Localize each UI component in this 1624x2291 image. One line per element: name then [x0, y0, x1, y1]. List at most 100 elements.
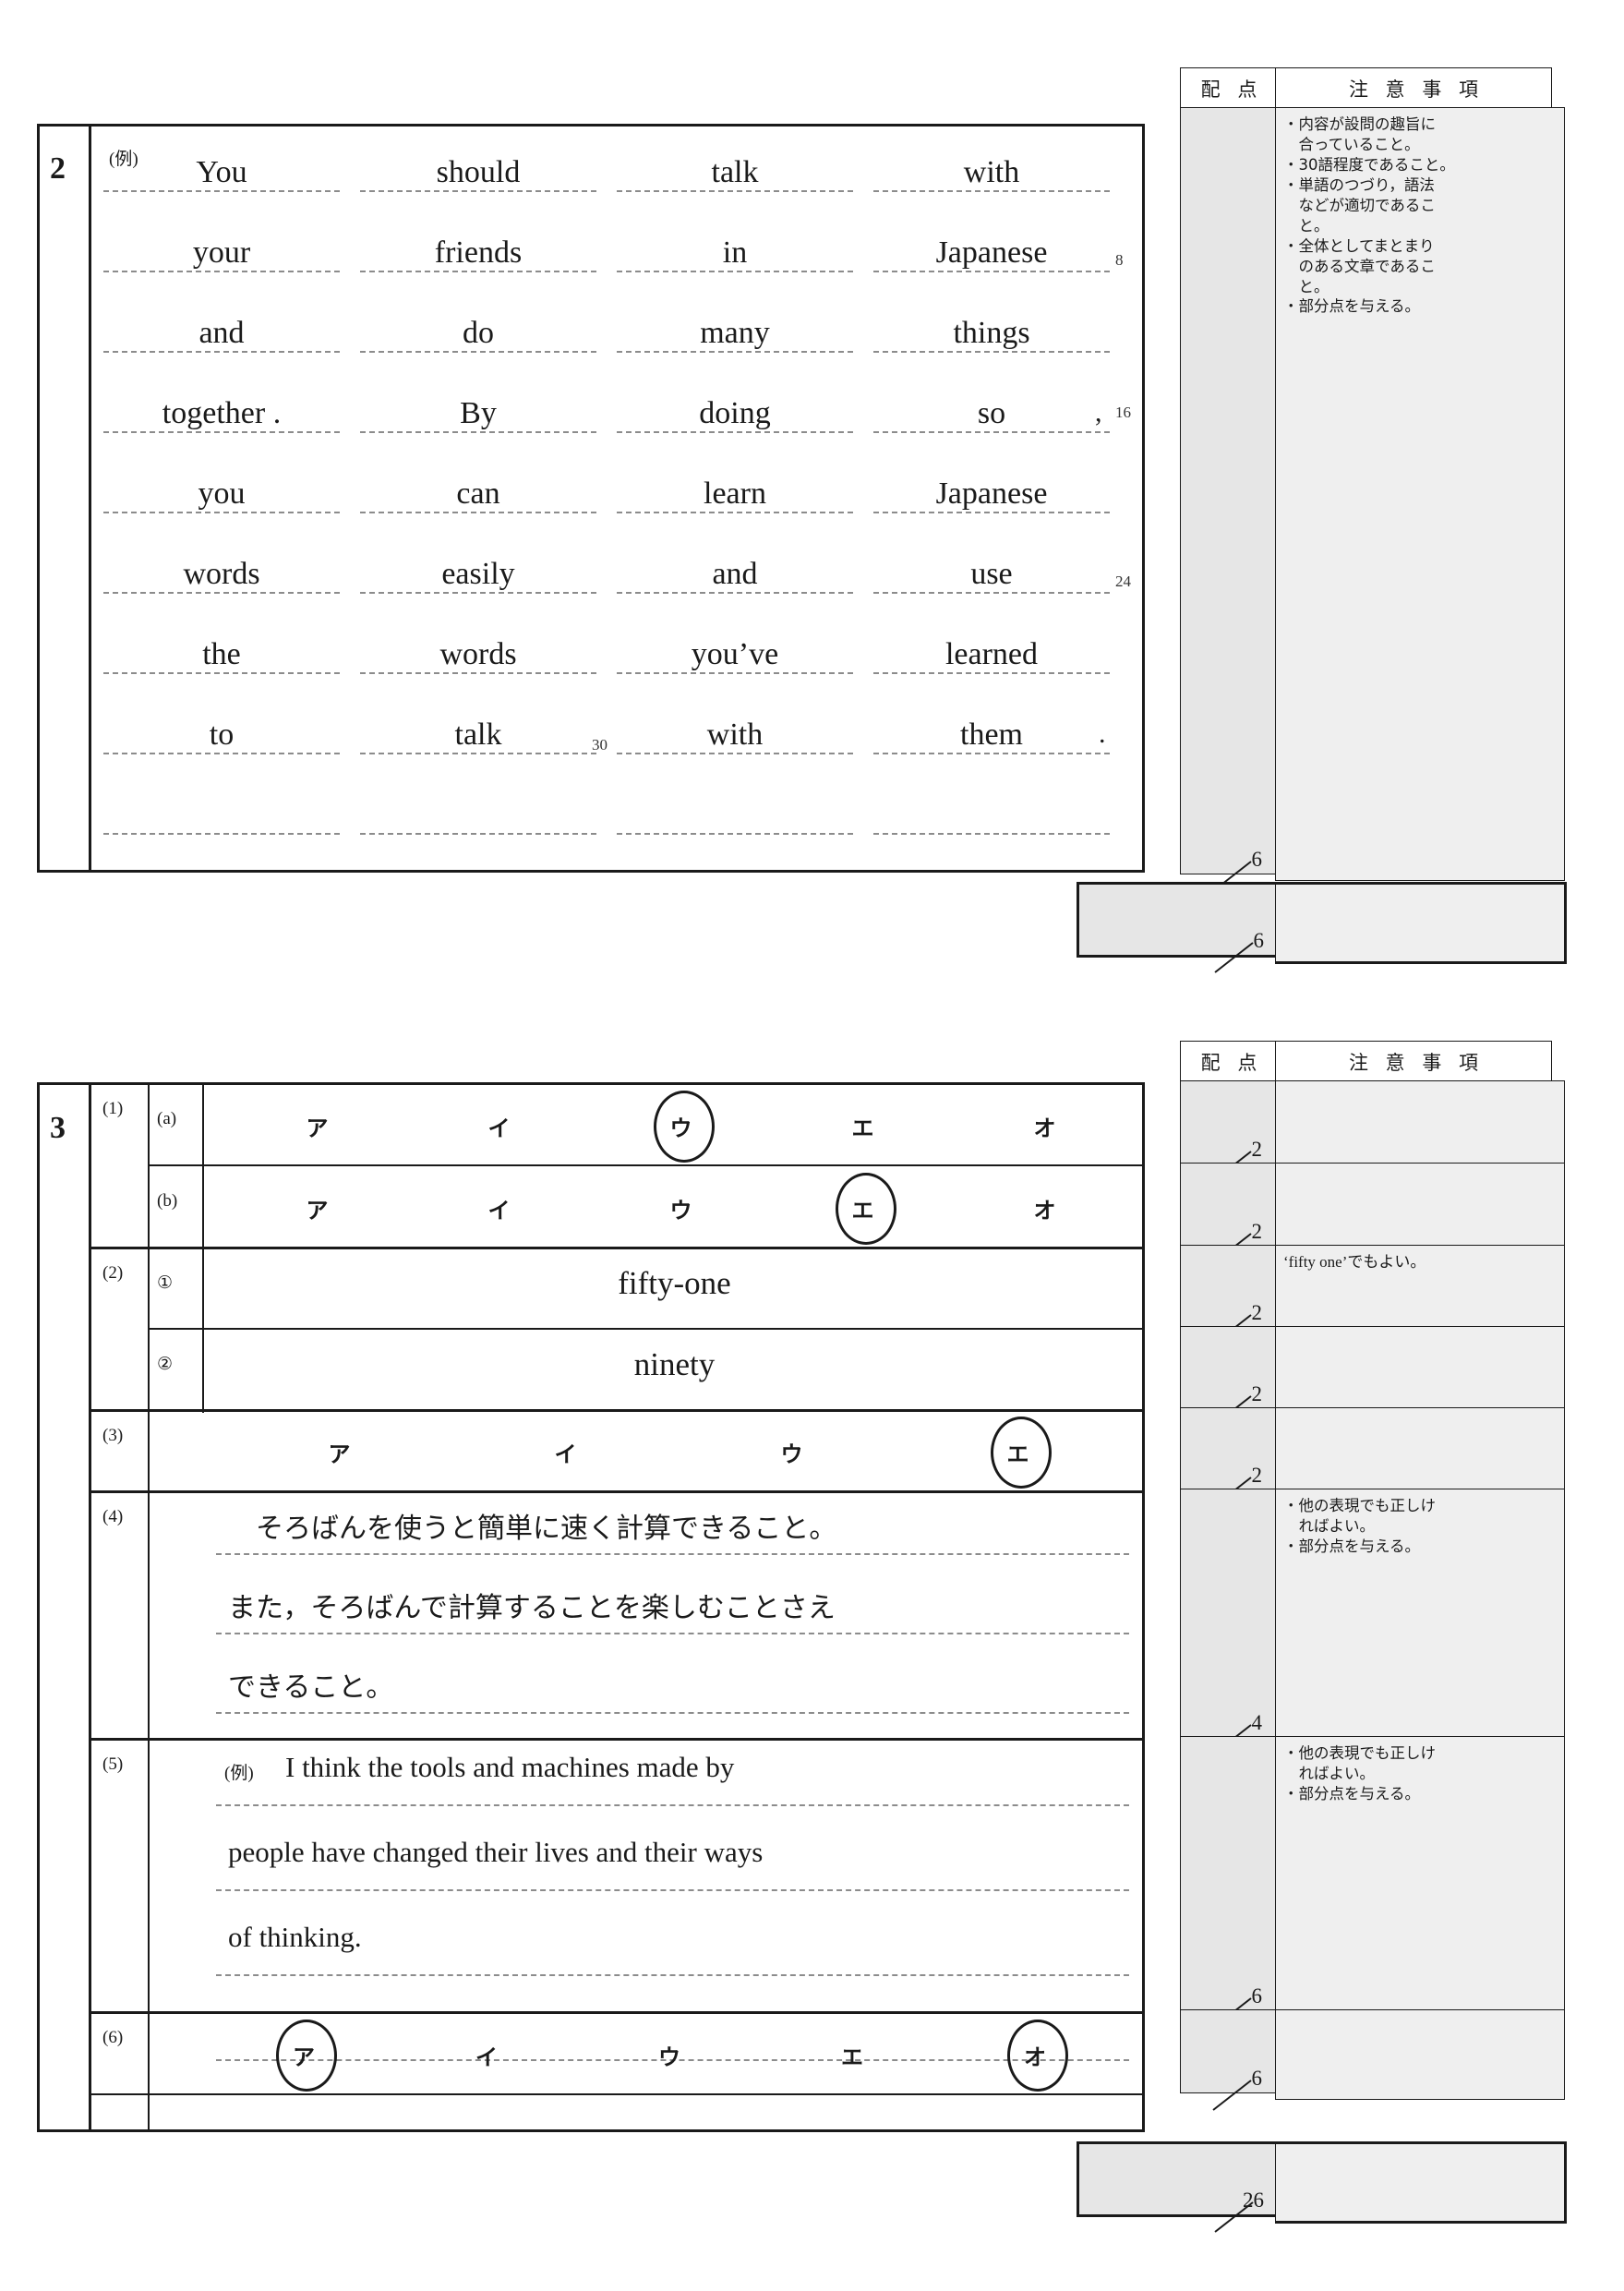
choice-option[interactable]: イ — [481, 1192, 518, 1224]
answer-word-cell[interactable] — [103, 772, 340, 833]
choice-option[interactable]: イ — [468, 2039, 505, 2071]
choice-option[interactable]: オ — [1027, 1192, 1064, 1224]
answer-write-line — [360, 271, 596, 272]
answer-line[interactable]: of thinking. — [228, 1921, 362, 1954]
note-item: 合っていること。 — [1283, 135, 1420, 153]
row-score-cell[interactable]: 4 — [1180, 1489, 1278, 1755]
answer-word-cell[interactable]: do — [360, 290, 596, 351]
answer-word-cell[interactable]: and — [617, 531, 853, 592]
answer-word-cell[interactable] — [360, 772, 596, 833]
answer-word-cell[interactable]: things — [873, 290, 1110, 351]
answer-word-cell[interactable]: By — [360, 370, 596, 431]
answer-word-cell[interactable]: to — [103, 692, 340, 753]
answer-word-cell[interactable]: talk — [360, 692, 596, 753]
answer-word-cell[interactable]: in — [617, 210, 853, 271]
answer-circle-icon — [990, 1417, 1052, 1489]
answer-line[interactable]: I think the tools and machines made by — [285, 1751, 734, 1784]
answer-write-line — [103, 190, 340, 192]
section2-score-header: 配 点 — [1180, 67, 1278, 110]
section2-total-score-cell[interactable]: 6 — [1077, 882, 1280, 973]
answer-word-cell[interactable]: many — [617, 290, 853, 351]
choice-option[interactable]: エ — [834, 2039, 871, 2071]
row-score-cell[interactable]: 6 — [1180, 2009, 1278, 2111]
answer-write-line — [617, 351, 853, 353]
answer-write-line — [103, 271, 340, 272]
answer-write-line — [617, 753, 853, 754]
answer-word-cell[interactable]: the — [103, 611, 340, 672]
answer-word-cell[interactable]: doing — [617, 370, 853, 431]
section3-total-value: 26 — [1243, 2189, 1264, 2212]
answer-write-line — [216, 1553, 1129, 1555]
row-separator — [150, 1328, 1145, 1330]
note-item: ・部分点を与える。 — [1283, 1537, 1421, 1555]
section2-comma: , — [1095, 397, 1102, 428]
choice-option[interactable]: イ — [547, 1436, 584, 1468]
answer-word-cell[interactable]: Japanese — [873, 210, 1110, 271]
question-label: (5) — [102, 1754, 124, 1774]
answer-word-cell[interactable]: You — [103, 129, 340, 190]
row-score-cell[interactable]: 2 — [1180, 1080, 1278, 1182]
answer-word-cell[interactable]: learn — [617, 451, 853, 512]
answer-word-cell[interactable]: should — [360, 129, 596, 190]
answer-word-cell[interactable]: them — [873, 692, 1110, 753]
answer-word-cell[interactable]: with — [873, 129, 1110, 190]
answer-word-cell[interactable]: Japanese — [873, 451, 1110, 512]
answer-word-cell[interactable]: so — [873, 370, 1110, 431]
answer-word-cell[interactable]: use — [873, 531, 1110, 592]
answer-word-cell[interactable]: words — [103, 531, 340, 592]
row-notes-cell: ・他の表現でも正しけ ればよい。 ・部分点を与える。 — [1275, 1736, 1565, 2018]
choice-option[interactable]: イ — [481, 1110, 518, 1142]
row-score-cell[interactable]: 2 — [1180, 1326, 1278, 1427]
note-item: ・単語のつづり，語法 — [1283, 175, 1435, 194]
answer-write-line — [617, 833, 853, 835]
answer-word-cell[interactable] — [873, 772, 1110, 833]
row-score-cell[interactable]: 6 — [1180, 1736, 1278, 2029]
answer-write-line — [617, 512, 853, 513]
answer-text[interactable]: fifty-one — [204, 1265, 1145, 1302]
choice-option[interactable]: オ — [1027, 1110, 1064, 1142]
answer-word-cell[interactable]: friends — [360, 210, 596, 271]
answer-word-cell[interactable] — [617, 772, 853, 833]
answer-word-cell[interactable]: and — [103, 290, 340, 351]
row-separator — [91, 1247, 1145, 1249]
answer-word-cell[interactable]: you — [103, 451, 340, 512]
section3-label-divider — [148, 1082, 150, 2132]
row-score-cell[interactable]: 2 — [1180, 1245, 1278, 1345]
answer-word-cell[interactable]: you’ve — [617, 611, 853, 672]
word-marker-24: 24 — [1115, 573, 1131, 590]
answer-line[interactable]: people have changed their lives and thei… — [228, 1836, 763, 1869]
answer-line[interactable]: できること。 — [228, 1664, 393, 1705]
row-notes-cell — [1275, 2009, 1565, 2100]
choice-option[interactable]: ア — [299, 1192, 336, 1224]
question-sublabel: ① — [157, 1273, 174, 1293]
choice-option[interactable]: ウ — [651, 2039, 688, 2071]
section2-score-cell[interactable]: 6 — [1180, 107, 1278, 892]
answer-word-cell[interactable]: your — [103, 210, 340, 271]
answer-line[interactable]: また，そろばんで計算することを楽しむことさえ — [228, 1585, 836, 1625]
row-score-cell[interactable]: 2 — [1180, 1407, 1278, 1508]
note-item: ればよい。 — [1283, 1516, 1376, 1535]
section3-total-score-cell[interactable]: 26 — [1077, 2141, 1280, 2233]
answer-word-cell[interactable]: words — [360, 611, 596, 672]
answer-word-cell[interactable]: easily — [360, 531, 596, 592]
word-marker-30: 30 — [592, 736, 607, 754]
choice-option[interactable]: ア — [299, 1110, 336, 1142]
note-item: のある文章であるこ — [1283, 257, 1436, 275]
answer-word-cell[interactable]: together . — [103, 370, 340, 431]
answer-word-cell[interactable]: with — [617, 692, 853, 753]
section3-score-header: 配 点 — [1180, 1041, 1278, 1083]
answer-word-cell[interactable]: can — [360, 451, 596, 512]
row-score-cell[interactable]: 2 — [1180, 1163, 1278, 1264]
note-item: と。 — [1283, 277, 1329, 295]
choice-option[interactable]: エ — [845, 1110, 882, 1142]
answer-line[interactable]: そろばんを使うと簡単に速く計算できること。 — [228, 1505, 836, 1546]
choice-option[interactable]: ウ — [663, 1192, 700, 1224]
row-score-value: 2 — [1251, 1382, 1263, 1405]
answer-text[interactable]: ninety — [204, 1346, 1145, 1383]
answer-word-cell[interactable]: learned — [873, 611, 1110, 672]
answer-word-cell[interactable]: talk — [617, 129, 853, 190]
choice-option[interactable]: ウ — [774, 1436, 811, 1468]
answer-write-line — [103, 753, 340, 754]
choice-option[interactable]: ア — [321, 1436, 358, 1468]
answer-write-line — [360, 351, 596, 353]
